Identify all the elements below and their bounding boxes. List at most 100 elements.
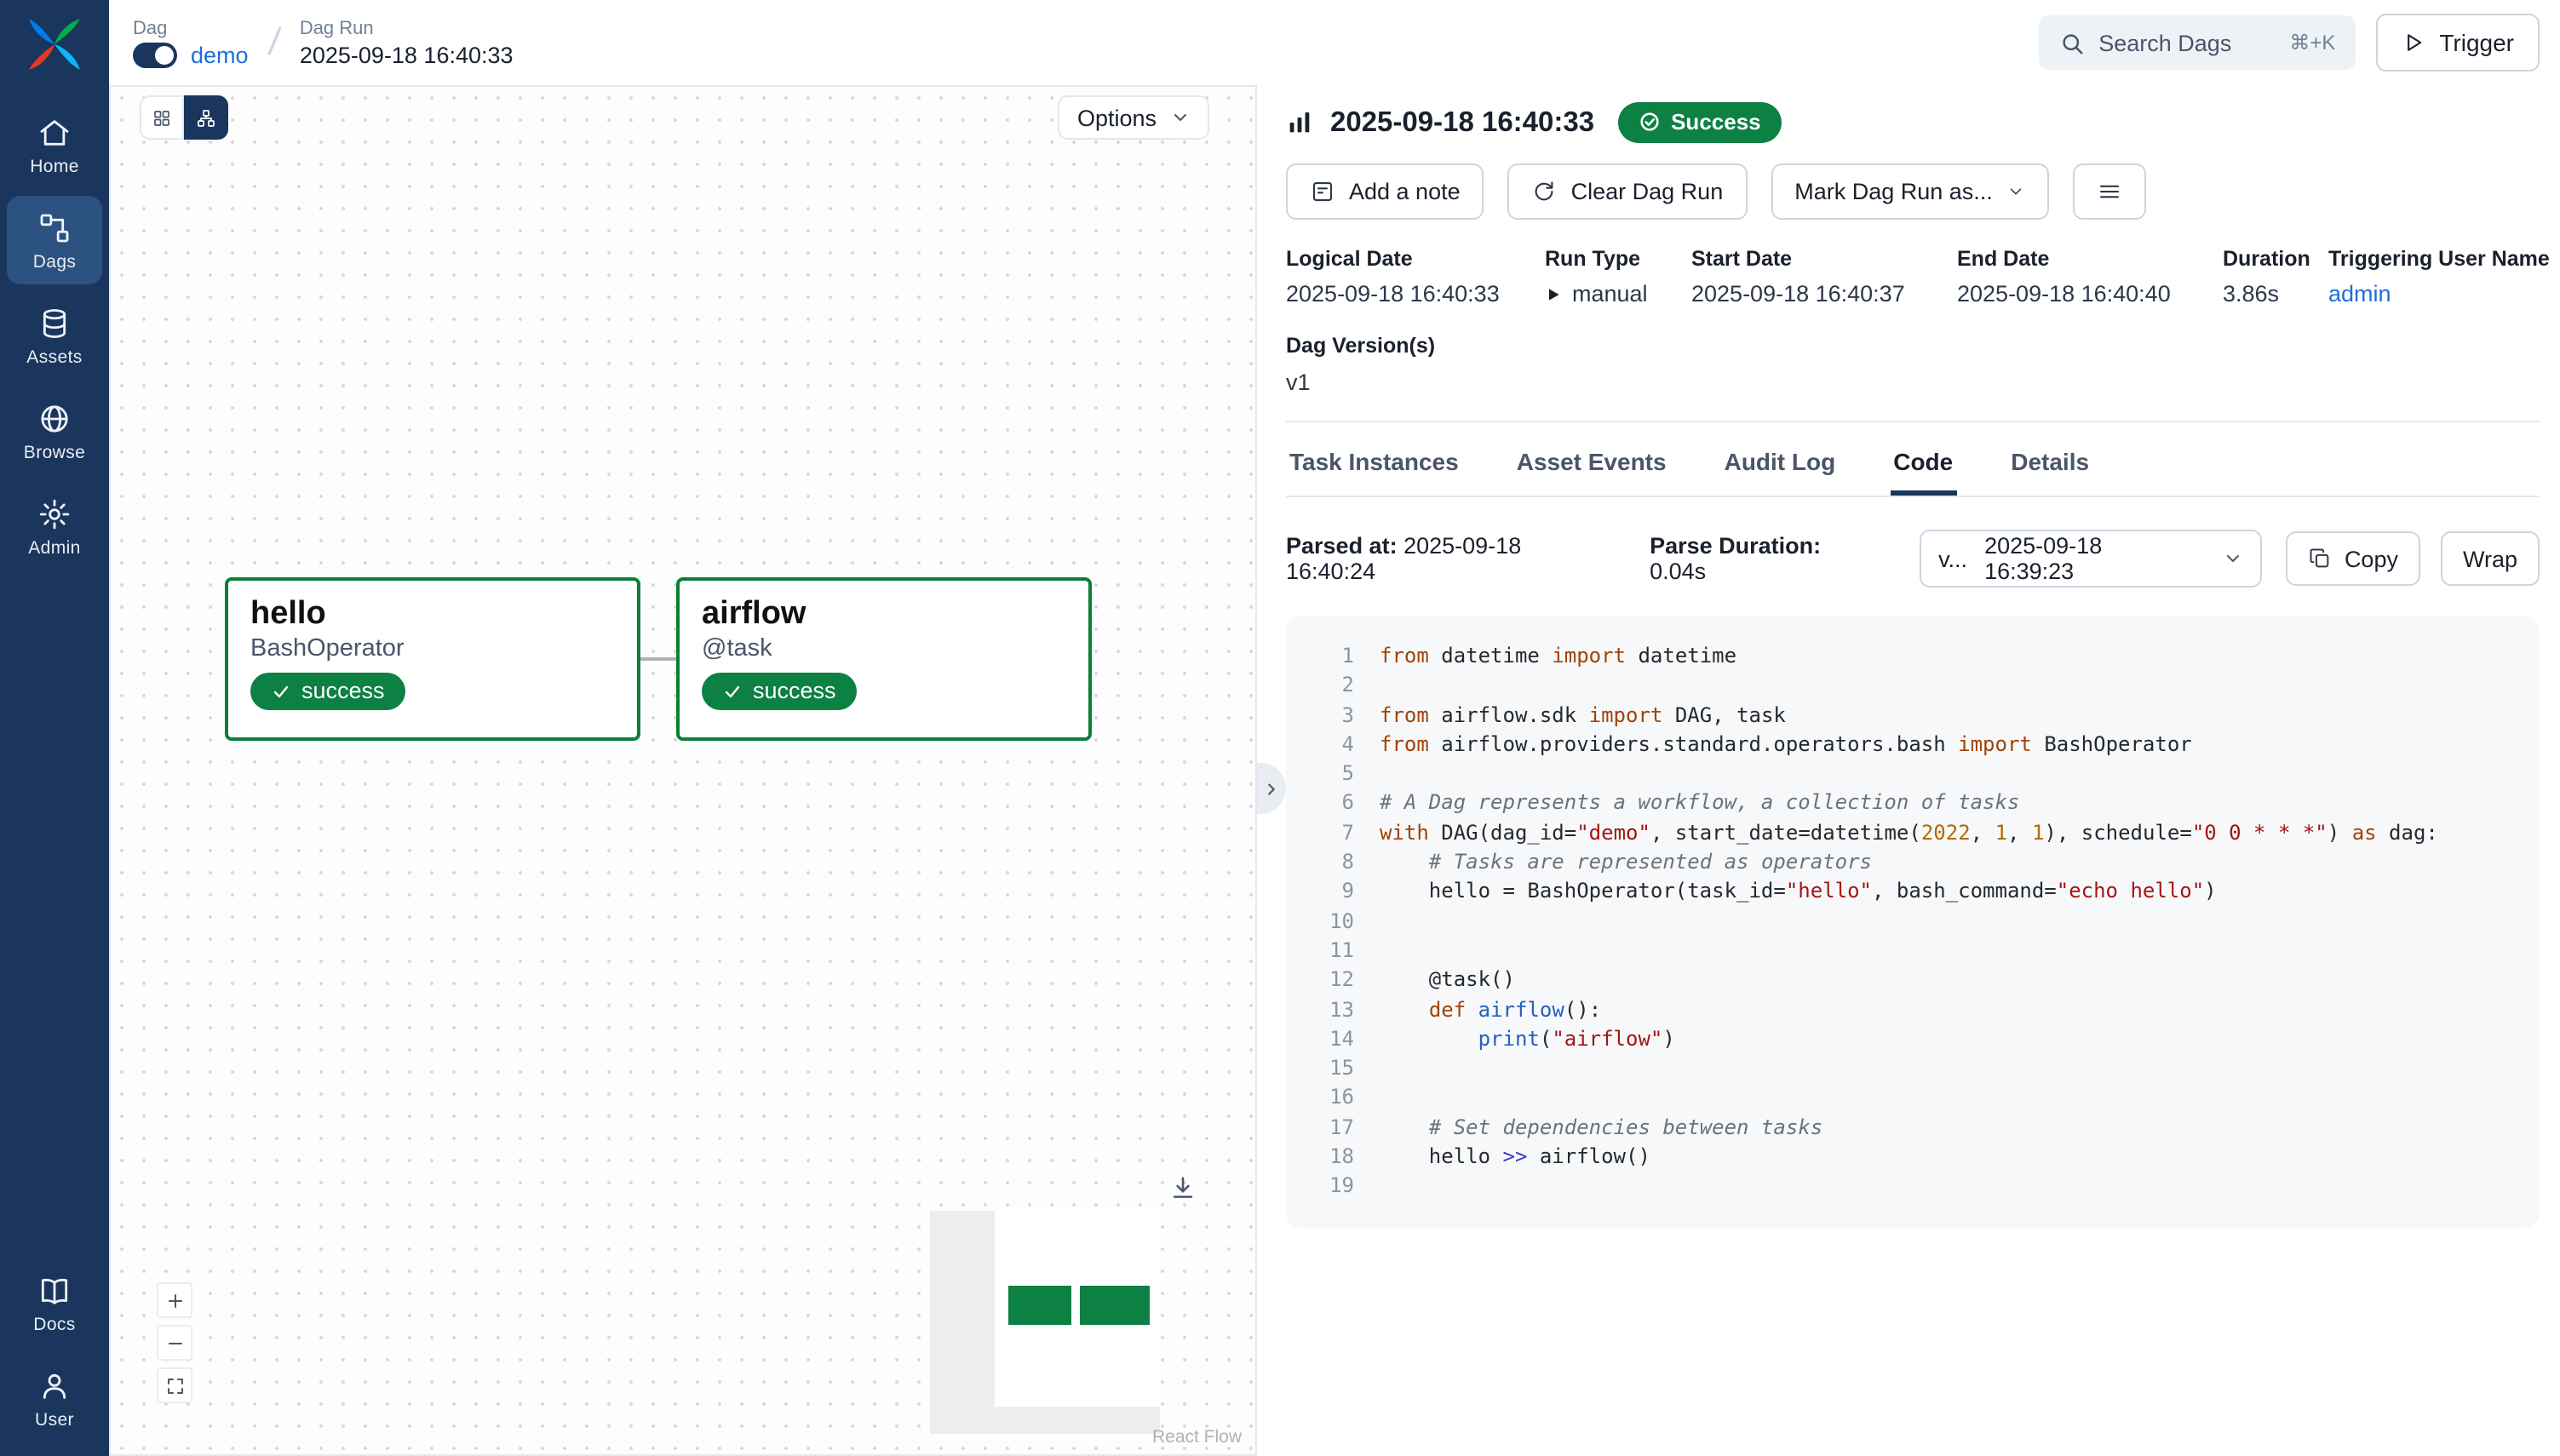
dag-pause-toggle[interactable]	[133, 42, 177, 67]
field-logical-date: Logical Date 2025-09-18 16:40:33	[1286, 247, 1528, 307]
sidebar: Home Dags Assets Browse	[0, 0, 109, 1456]
dag-name-link[interactable]: demo	[191, 42, 249, 67]
dag-graph-panel: Options hello BashOperator success airfl…	[109, 85, 1257, 1456]
book-icon	[37, 1274, 72, 1308]
dag-version: Dag Version(s) v1	[1286, 334, 2540, 395]
tab-code[interactable]: Code	[1890, 429, 1956, 496]
sidebar-item-label: Dags	[33, 252, 77, 272]
breadcrumb-separator: /	[266, 20, 283, 65]
top-bar: Dag demo / Dag Run 2025-09-18 16:40:33 S…	[109, 0, 2560, 85]
graph-mode-switcher	[140, 95, 228, 140]
minus-icon	[164, 1333, 185, 1353]
code-block: 1from datetime import datetime2 3from ai…	[1313, 642, 2512, 1201]
dags-icon	[37, 211, 72, 245]
chevron-down-icon	[2006, 182, 2025, 201]
play-icon	[1545, 285, 1562, 302]
tab-task-instances[interactable]: Task Instances	[1286, 429, 1462, 496]
sidebar-item-user[interactable]: User	[7, 1354, 102, 1442]
check-icon	[722, 680, 743, 701]
check-icon	[271, 680, 291, 701]
code-toolbar: Parsed at: 2025-09-18 16:40:24 Parse Dur…	[1286, 530, 2540, 588]
sidebar-item-label: Home	[30, 157, 79, 177]
graph-icon	[196, 105, 216, 130]
wrap-button[interactable]: Wrap	[2441, 531, 2540, 586]
sidebar-item-admin[interactable]: Admin	[7, 482, 102, 570]
sidebar-bottom: Docs User	[0, 1255, 109, 1446]
task-node-operator: BashOperator	[250, 635, 615, 662]
parsed-at: Parsed at: 2025-09-18 16:40:24	[1286, 533, 1605, 584]
search-shortcut: ⌘+K	[2289, 31, 2335, 54]
task-node-airflow[interactable]: airflow @task success	[676, 577, 1092, 741]
globe-icon	[37, 402, 72, 436]
grid-view-button[interactable]	[140, 95, 184, 140]
parse-duration: Parse Duration: 0.04s	[1650, 533, 1875, 584]
database-icon	[37, 307, 72, 341]
sidebar-item-assets[interactable]: Assets	[7, 291, 102, 380]
gear-icon	[37, 497, 72, 531]
task-node-operator: @task	[702, 635, 1066, 662]
fit-view-button[interactable]	[157, 1367, 192, 1403]
clear-dag-run-button[interactable]: Clear Dag Run	[1508, 163, 1748, 220]
grid-icon	[152, 105, 172, 130]
dag-source-code[interactable]: 1from datetime import datetime2 3from ai…	[1286, 616, 2540, 1227]
triggering-user-link[interactable]: admin	[2328, 281, 2391, 307]
copy-button[interactable]: Copy	[2287, 531, 2420, 586]
zoom-out-button[interactable]	[157, 1325, 192, 1361]
dag-run-label: Dag Run	[300, 18, 514, 38]
breadcrumb-dag-run: Dag Run 2025-09-18 16:40:33	[300, 18, 514, 67]
react-flow-attribution: React Flow	[1152, 1427, 1242, 1447]
tab-asset-events[interactable]: Asset Events	[1513, 429, 1670, 496]
search-label: Search Dags	[2098, 30, 2231, 55]
graph-minimap[interactable]	[930, 1211, 1160, 1434]
copy-icon	[2309, 547, 2333, 570]
airflow-logo-icon[interactable]	[26, 15, 83, 73]
graph-view-button[interactable]	[184, 95, 228, 140]
field-end-date: End Date 2025-09-18 16:40:40	[1957, 247, 2206, 307]
sidebar-nav: Home Dags Assets Browse	[0, 97, 109, 574]
minimap-node	[1008, 1286, 1071, 1325]
sidebar-item-dags[interactable]: Dags	[7, 196, 102, 284]
search-dags-button[interactable]: Search Dags ⌘+K	[2039, 15, 2356, 70]
hamburger-icon	[2097, 179, 2122, 204]
field-run-type: Run Type manual	[1545, 247, 1674, 307]
field-triggering-user: Triggering User Name admin	[2328, 247, 2550, 307]
run-metadata: Logical Date 2025-09-18 16:40:33 Run Typ…	[1286, 247, 2540, 307]
sidebar-item-docs[interactable]: Docs	[7, 1258, 102, 1347]
sidebar-item-label: Assets	[26, 347, 82, 368]
graph-options-button[interactable]: Options	[1059, 95, 1209, 140]
download-icon	[1168, 1172, 1197, 1201]
tab-details[interactable]: Details	[2007, 429, 2092, 496]
run-title: 2025-09-18 16:40:33	[1330, 106, 1594, 139]
sidebar-item-browse[interactable]: Browse	[7, 387, 102, 475]
sidebar-item-home[interactable]: Home	[7, 100, 102, 189]
dag-label: Dag	[133, 18, 249, 38]
dag-run-detail-panel: 2025-09-18 16:40:33 Success Add a note C…	[1260, 85, 2560, 1456]
redo-icon	[1532, 179, 1558, 204]
task-node-title: hello	[250, 596, 615, 633]
dag-version-select[interactable]: v... 2025-09-18 16:39:23	[1920, 530, 2263, 588]
add-note-button[interactable]: Add a note	[1286, 163, 1484, 220]
mark-dag-run-as-button[interactable]: Mark Dag Run as...	[1771, 163, 2049, 220]
field-start-date: Start Date 2025-09-18 16:40:37	[1691, 247, 1940, 307]
sidebar-item-label: Browse	[24, 443, 85, 463]
tab-audit-log[interactable]: Audit Log	[1721, 429, 1840, 496]
trigger-label: Trigger	[2439, 29, 2514, 56]
tab-bar: Task Instances Asset Events Audit Log Co…	[1286, 429, 2540, 497]
section-divider	[1286, 421, 2540, 422]
options-label: Options	[1077, 105, 1157, 130]
sidebar-item-label: Docs	[33, 1315, 75, 1335]
panel-menu-button[interactable]	[2073, 163, 2146, 220]
sidebar-item-label: User	[35, 1410, 74, 1430]
search-icon	[2059, 30, 2085, 55]
trigger-button[interactable]: Trigger	[2376, 14, 2540, 72]
download-graph-button[interactable]	[1168, 1172, 1199, 1202]
home-icon	[37, 116, 72, 150]
zoom-in-button[interactable]	[157, 1282, 192, 1318]
task-node-hello[interactable]: hello BashOperator success	[225, 577, 640, 741]
note-icon	[1310, 179, 1335, 204]
task-status-badge: success	[702, 673, 857, 710]
bar-chart-icon	[1286, 109, 1313, 136]
user-icon	[37, 1369, 72, 1403]
play-icon	[2402, 31, 2425, 54]
task-edge	[640, 657, 676, 661]
